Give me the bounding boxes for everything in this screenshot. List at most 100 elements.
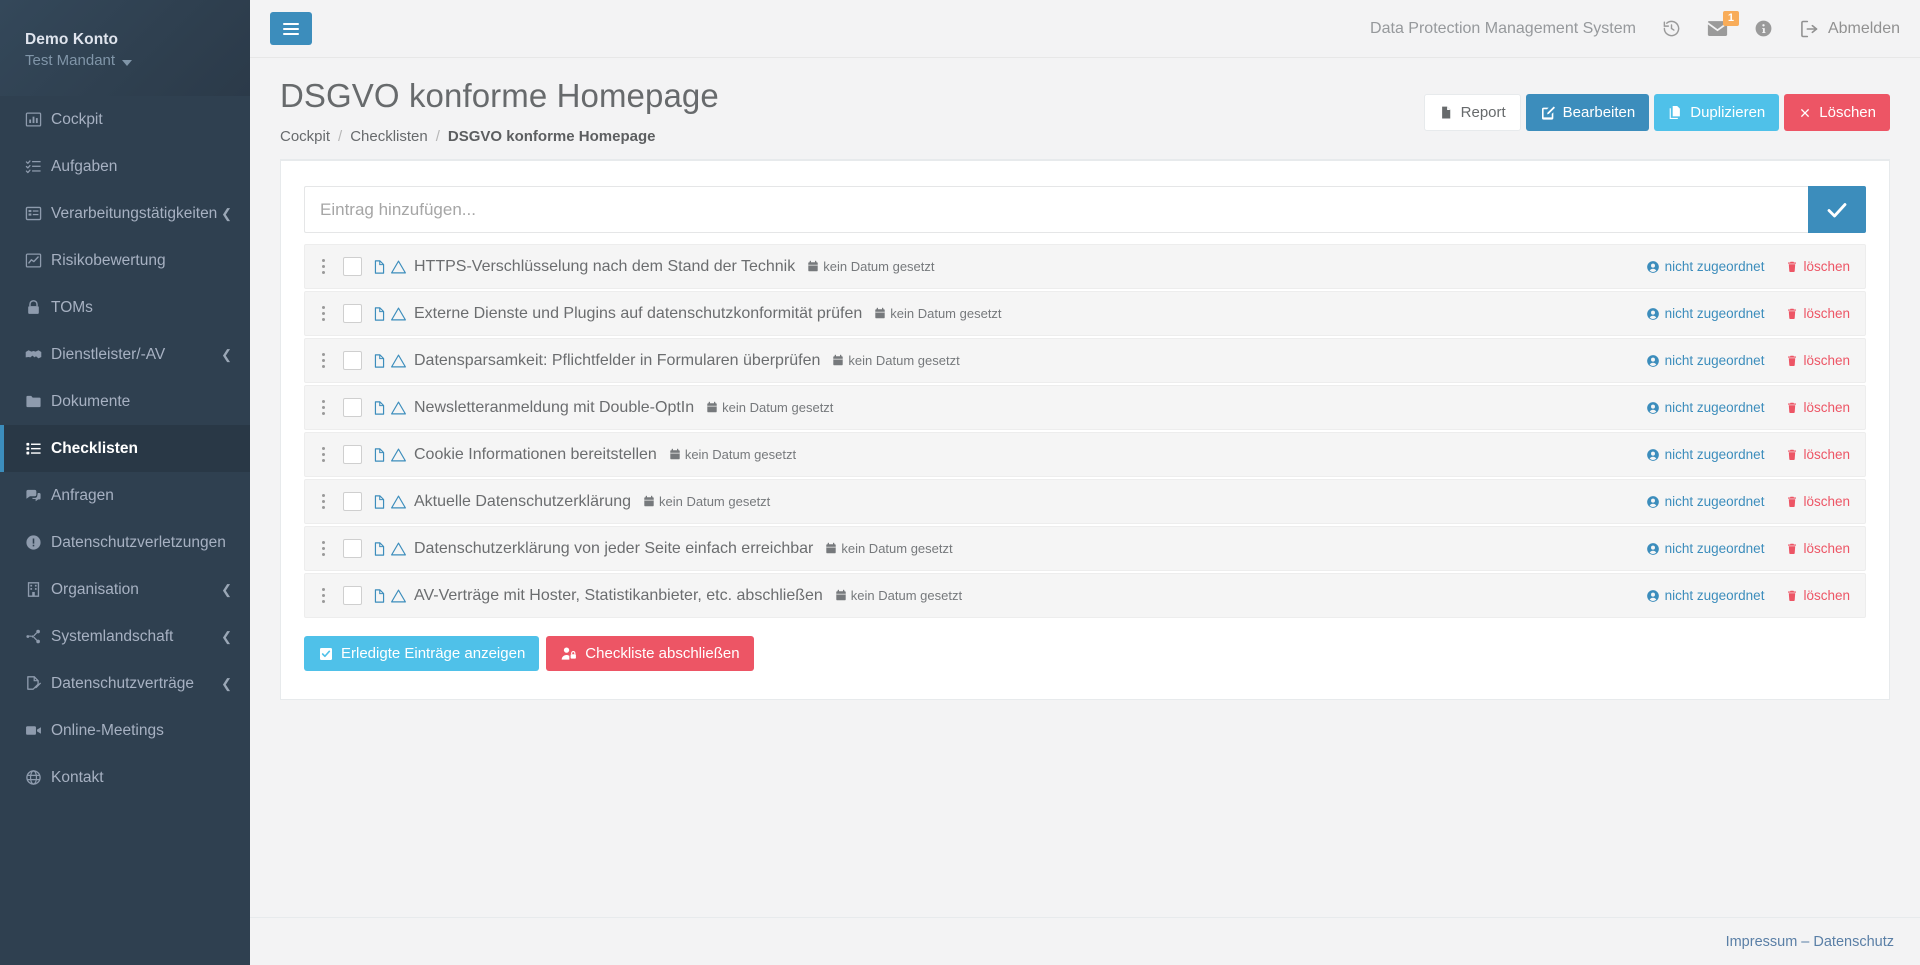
assign-user-button[interactable]: nicht zugeordnet bbox=[1646, 494, 1764, 509]
calendar-icon bbox=[874, 307, 886, 320]
sidebar: Demo Konto Test Mandant Cockpit Aufgaben V… bbox=[0, 0, 250, 965]
assign-user-button[interactable]: nicht zugeordnet bbox=[1646, 400, 1764, 415]
file-document-icon[interactable] bbox=[372, 353, 387, 369]
checklist-item-due-date[interactable]: kein Datum gesetzt bbox=[669, 447, 796, 462]
file-document-icon[interactable] bbox=[372, 588, 387, 604]
sidebar-profile[interactable]: Demo Konto Test Mandant bbox=[0, 0, 250, 96]
löschen-button[interactable]: Löschen bbox=[1784, 94, 1890, 131]
delete-row-button[interactable]: löschen bbox=[1786, 447, 1850, 462]
mail-count-badge: 1 bbox=[1722, 11, 1739, 26]
add-entry-input[interactable] bbox=[304, 186, 1808, 233]
logout-button[interactable]: Abmelden bbox=[1799, 19, 1900, 39]
warning-triangle-icon[interactable] bbox=[390, 306, 407, 322]
delete-row-button[interactable]: löschen bbox=[1786, 259, 1850, 274]
file-document-icon[interactable] bbox=[372, 306, 387, 322]
sidebar-item-toms[interactable]: TOMs bbox=[0, 284, 250, 331]
sidebar-item-risikobewertung[interactable]: Risikobewertung bbox=[0, 237, 250, 284]
checklist-item-due-date[interactable]: kein Datum gesetzt bbox=[832, 353, 960, 368]
sidebar-item-cockpit[interactable]: Cockpit bbox=[0, 96, 250, 143]
checklist-row-actions: nicht zugeordnet löschen bbox=[1646, 353, 1855, 368]
delete-row-button[interactable]: löschen bbox=[1786, 353, 1850, 368]
sidebar-item-aufgaben[interactable]: Aufgaben bbox=[0, 143, 250, 190]
checklist-item-checkbox[interactable] bbox=[343, 351, 362, 370]
report-button[interactable]: Report bbox=[1423, 94, 1521, 131]
checklist-item-checkbox[interactable] bbox=[343, 257, 362, 276]
checklist-item-checkbox[interactable] bbox=[343, 398, 362, 417]
envelope-icon[interactable]: 1 bbox=[1707, 11, 1739, 37]
profile-tenant-selector[interactable]: Test Mandant bbox=[25, 50, 250, 72]
drag-dots-icon[interactable] bbox=[318, 494, 332, 509]
warning-triangle-icon[interactable] bbox=[390, 588, 407, 604]
sidebar-item-checklisten[interactable]: Checklisten bbox=[0, 425, 250, 472]
warning-triangle-icon[interactable] bbox=[390, 353, 407, 369]
checklist-item-due-date[interactable]: kein Datum gesetzt bbox=[825, 541, 953, 556]
delete-row-button[interactable]: löschen bbox=[1786, 494, 1850, 509]
duplizieren-button[interactable]: Duplizieren bbox=[1654, 94, 1780, 131]
file-document-icon[interactable] bbox=[372, 400, 387, 416]
file-document-icon[interactable] bbox=[372, 494, 387, 510]
bearbeiten-button[interactable]: Bearbeiten bbox=[1525, 94, 1650, 131]
warning-triangle-icon[interactable] bbox=[390, 259, 407, 275]
sidebar-item-systemlandschaft[interactable]: Systemlandschaft ❮ bbox=[0, 613, 250, 660]
sidebar-item-online-meetings[interactable]: Online-Meetings bbox=[0, 707, 250, 754]
warning-triangle-icon[interactable] bbox=[390, 541, 407, 557]
assign-user-button[interactable]: nicht zugeordnet bbox=[1646, 353, 1764, 368]
drag-dots-icon[interactable] bbox=[318, 588, 332, 603]
drag-dots-icon[interactable] bbox=[318, 400, 332, 415]
sidebar-item-datenschutzverletzungen[interactable]: Datenschutzverletzungen bbox=[0, 519, 250, 566]
checklisteabschließen-button[interactable]: Checkliste abschließen bbox=[546, 636, 754, 671]
drag-dots-icon[interactable] bbox=[318, 259, 332, 274]
due-date-label: kein Datum gesetzt bbox=[848, 353, 960, 368]
times-icon bbox=[1798, 106, 1812, 120]
calendar-icon bbox=[669, 448, 681, 461]
warning-triangle-icon[interactable] bbox=[390, 447, 407, 463]
sidebar-item-datenschutzverträge[interactable]: Datenschutzverträge ❮ bbox=[0, 660, 250, 707]
checklist-item-due-date[interactable]: kein Datum gesetzt bbox=[835, 588, 962, 603]
assign-user-button[interactable]: nicht zugeordnet bbox=[1646, 447, 1764, 462]
checklist-item-due-date[interactable]: kein Datum gesetzt bbox=[643, 494, 770, 509]
due-date-label: kein Datum gesetzt bbox=[890, 306, 1002, 321]
breadcrumb-item[interactable]: Checklisten bbox=[350, 128, 428, 145]
checklist-item-due-date[interactable]: kein Datum gesetzt bbox=[706, 400, 833, 415]
sidebar-item-anfragen[interactable]: Anfragen bbox=[0, 472, 250, 519]
checklist-item-checkbox[interactable] bbox=[343, 586, 362, 605]
drag-dots-icon[interactable] bbox=[318, 541, 332, 556]
sidebar-item-kontakt[interactable]: Kontakt bbox=[0, 754, 250, 801]
sidebar-toggle-button[interactable] bbox=[270, 12, 312, 45]
trash-icon bbox=[1786, 448, 1798, 462]
delete-row-button[interactable]: löschen bbox=[1786, 306, 1850, 321]
assign-user-button[interactable]: nicht zugeordnet bbox=[1646, 541, 1764, 556]
delete-row-button[interactable]: löschen bbox=[1786, 541, 1850, 556]
checklist-item-checkbox[interactable] bbox=[343, 539, 362, 558]
sidebar-item-dienstleister-av[interactable]: Dienstleister/-AV ❮ bbox=[0, 331, 250, 378]
file-document-icon[interactable] bbox=[372, 259, 387, 275]
breadcrumb-item[interactable]: Cockpit bbox=[280, 128, 330, 145]
assign-user-button[interactable]: nicht zugeordnet bbox=[1646, 259, 1764, 274]
drag-dots-icon[interactable] bbox=[318, 353, 332, 368]
info-circle-icon[interactable] bbox=[1754, 19, 1773, 38]
history-clock-icon[interactable] bbox=[1662, 19, 1681, 38]
sidebar-item-dokumente[interactable]: Dokumente bbox=[0, 378, 250, 425]
drag-dots-icon[interactable] bbox=[318, 306, 332, 321]
checklist-row-actions: nicht zugeordnet löschen bbox=[1646, 306, 1855, 321]
checklist-item-due-date[interactable]: kein Datum gesetzt bbox=[807, 259, 935, 274]
checklist-item-due-date[interactable]: kein Datum gesetzt bbox=[874, 306, 1002, 321]
sidebar-item-organisation[interactable]: Organisation ❮ bbox=[0, 566, 250, 613]
checklist-item-checkbox[interactable] bbox=[343, 304, 362, 323]
erledigteeinträgeanzeigen-button[interactable]: Erledigte Einträge anzeigen bbox=[304, 636, 540, 671]
file-document-icon[interactable] bbox=[372, 447, 387, 463]
assign-user-button[interactable]: nicht zugeordnet bbox=[1646, 588, 1764, 603]
sidebar-item-verarbeitungstätigkeiten[interactable]: Verarbeitungstätigkeiten ❮ bbox=[0, 190, 250, 237]
checklist-item-checkbox[interactable] bbox=[343, 492, 362, 511]
add-entry-submit-button[interactable] bbox=[1808, 186, 1866, 233]
assign-user-button[interactable]: nicht zugeordnet bbox=[1646, 306, 1764, 321]
warning-triangle-icon[interactable] bbox=[390, 400, 407, 416]
checklist-item-checkbox[interactable] bbox=[343, 445, 362, 464]
drag-dots-icon[interactable] bbox=[318, 447, 332, 462]
breadcrumb-separator: / bbox=[338, 128, 343, 145]
delete-row-button[interactable]: löschen bbox=[1786, 588, 1850, 603]
warning-triangle-icon[interactable] bbox=[390, 494, 407, 510]
file-document-icon[interactable] bbox=[372, 541, 387, 557]
delete-row-button[interactable]: löschen bbox=[1786, 400, 1850, 415]
footer-legal-links[interactable]: Impressum – Datenschutz bbox=[1726, 934, 1894, 950]
